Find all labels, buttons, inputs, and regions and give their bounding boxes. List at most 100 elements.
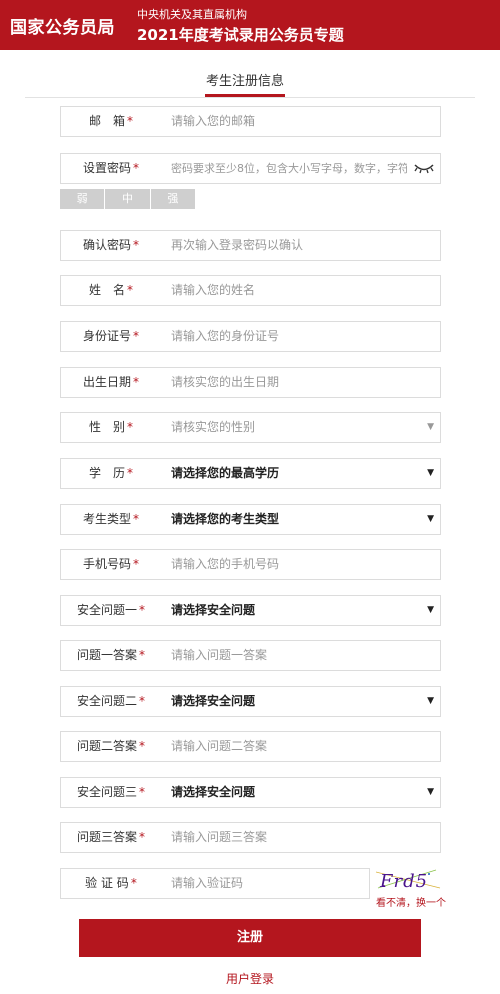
- security-question-3-label-text: 安全问题三: [76, 785, 137, 799]
- name-field[interactable]: 姓 名 * 请输入您的姓名: [60, 275, 441, 306]
- tab-registration-info[interactable]: 考生注册信息: [205, 70, 285, 97]
- confirm-password-field[interactable]: 确认密码 * 再次输入登录密码以确认: [60, 230, 441, 261]
- required-star: *: [133, 238, 139, 252]
- birth-date-input[interactable]: 请核实您的出生日期: [171, 368, 421, 397]
- confirm-password-input[interactable]: 再次输入登录密码以确认: [171, 231, 421, 260]
- candidate-type-value[interactable]: 请选择您的考生类型: [171, 505, 421, 534]
- required-star: *: [139, 648, 145, 662]
- gender-select[interactable]: 性 别 * 请核实您的性别 ▼: [60, 412, 441, 443]
- education-label: 学 历 *: [61, 459, 161, 488]
- strength-strong: 强: [167, 192, 179, 205]
- required-star: *: [139, 694, 145, 708]
- id-number-input[interactable]: 请输入您的身份证号: [171, 322, 421, 351]
- answer-3-label: 问题三答案 *: [61, 823, 161, 852]
- name-label: 姓 名 *: [61, 276, 161, 305]
- security-question-3-value[interactable]: 请选择安全问题: [171, 778, 421, 807]
- password-strength-meter: 弱 中 强: [60, 189, 195, 209]
- answer-2-field[interactable]: 问题二答案 * 请输入问题二答案: [60, 731, 441, 762]
- register-button[interactable]: 注册: [79, 919, 421, 957]
- chevron-down-icon[interactable]: ▼: [427, 596, 434, 625]
- birth-date-label-text: 出生日期: [82, 375, 131, 389]
- education-label-text: 学 历: [88, 466, 125, 480]
- answer-2-label: 问题二答案 *: [61, 732, 161, 761]
- birth-date-field[interactable]: 出生日期 * 请核实您的出生日期: [60, 367, 441, 398]
- required-star: *: [127, 420, 133, 434]
- name-input[interactable]: 请输入您的姓名: [171, 276, 421, 305]
- required-star: *: [133, 557, 139, 571]
- phone-field[interactable]: 手机号码 * 请输入您的手机号码: [60, 549, 441, 580]
- password-input[interactable]: 密码要求至少8位，包含大小写字母，数字，字符: [171, 154, 407, 183]
- gender-label: 性 别 *: [61, 413, 161, 442]
- answer-3-field[interactable]: 问题三答案 * 请输入问题三答案: [60, 822, 441, 853]
- required-star: *: [133, 375, 139, 389]
- name-label-text: 姓 名: [88, 283, 125, 297]
- required-star: *: [133, 329, 139, 343]
- eye-closed-icon[interactable]: [414, 161, 434, 175]
- chevron-down-icon[interactable]: ▼: [427, 778, 434, 807]
- captcha-refresh-link[interactable]: 看不清，换一个: [376, 894, 446, 909]
- required-star: *: [133, 161, 139, 175]
- answer-3-label-text: 问题三答案: [76, 830, 137, 844]
- answer-1-field[interactable]: 问题一答案 * 请输入问题一答案: [60, 640, 441, 671]
- email-input[interactable]: 请输入您的邮箱: [171, 107, 421, 136]
- captcha-image[interactable]: Frd5: [374, 866, 444, 894]
- phone-label: 手机号码 *: [61, 550, 161, 579]
- required-star: *: [139, 739, 145, 753]
- gender-value[interactable]: 请核实您的性别: [171, 413, 421, 442]
- security-question-2-value[interactable]: 请选择安全问题: [171, 687, 421, 716]
- required-star: *: [133, 512, 139, 526]
- candidate-type-select[interactable]: 考生类型 * 请选择您的考生类型 ▼: [60, 504, 441, 535]
- email-label: 邮 箱 *: [61, 107, 161, 136]
- tab-divider: [25, 97, 475, 98]
- id-number-label-text: 身份证号: [82, 329, 131, 343]
- required-star: *: [139, 603, 145, 617]
- education-value[interactable]: 请选择您的最高学历: [171, 459, 421, 488]
- chevron-down-icon[interactable]: ▼: [427, 413, 434, 442]
- strength-weak: 弱: [60, 189, 106, 209]
- email-label-text: 邮 箱: [88, 114, 125, 128]
- tab-bar: 考生注册信息: [0, 70, 500, 100]
- chevron-down-icon[interactable]: ▼: [427, 459, 434, 488]
- captcha-field[interactable]: 验 证 码 * 请输入验证码: [60, 868, 370, 899]
- captcha-widget: Frd5 看不清，换一个: [374, 866, 446, 910]
- phone-label-text: 手机号码: [82, 557, 131, 571]
- chevron-down-icon[interactable]: ▼: [427, 687, 434, 716]
- security-question-2-label-text: 安全问题二: [76, 694, 137, 708]
- captcha-input[interactable]: 请输入验证码: [171, 869, 361, 898]
- confirm-password-label-text: 确认密码: [82, 238, 131, 252]
- security-question-3-select[interactable]: 安全问题三 * 请选择安全问题 ▼: [60, 777, 441, 808]
- answer-2-label-text: 问题二答案: [76, 739, 137, 753]
- password-field[interactable]: 设置密码 * 密码要求至少8位，包含大小写字母，数字，字符: [60, 153, 441, 184]
- phone-input[interactable]: 请输入您的手机号码: [171, 550, 421, 579]
- strength-medium: 中: [105, 189, 151, 209]
- user-login-link[interactable]: 用户登录: [0, 970, 500, 987]
- education-select[interactable]: 学 历 * 请选择您的最高学历 ▼: [60, 458, 441, 489]
- header-subtitle-small: 中央机关及其直属机构: [137, 8, 247, 21]
- confirm-password-label: 确认密码 *: [61, 231, 161, 260]
- password-label-text: 设置密码: [82, 161, 131, 175]
- answer-2-input[interactable]: 请输入问题二答案: [171, 732, 421, 761]
- answer-1-label: 问题一答案 *: [61, 641, 161, 670]
- security-question-1-label: 安全问题一 *: [61, 596, 161, 625]
- email-field[interactable]: 邮 箱 * 请输入您的邮箱: [60, 106, 441, 137]
- captcha-label: 验 证 码 *: [61, 869, 161, 898]
- chevron-down-icon[interactable]: ▼: [427, 505, 434, 534]
- required-star: *: [127, 283, 133, 297]
- security-question-1-value[interactable]: 请选择安全问题: [171, 596, 421, 625]
- required-star: *: [139, 830, 145, 844]
- security-question-1-select[interactable]: 安全问题一 * 请选择安全问题 ▼: [60, 595, 441, 626]
- required-star: *: [139, 785, 145, 799]
- required-star: *: [127, 114, 133, 128]
- site-brand[interactable]: 国家公务员局: [10, 13, 115, 38]
- answer-1-input[interactable]: 请输入问题一答案: [171, 641, 421, 670]
- birth-date-label: 出生日期 *: [61, 368, 161, 397]
- captcha-label-text: 验 证 码: [85, 876, 129, 890]
- header-subtitle-large: 2021年度考试录用公务员专题: [137, 26, 344, 44]
- captcha-image-text: Frd5: [379, 871, 428, 892]
- id-number-field[interactable]: 身份证号 * 请输入您的身份证号: [60, 321, 441, 352]
- security-question-2-select[interactable]: 安全问题二 * 请选择安全问题 ▼: [60, 686, 441, 717]
- gender-label-text: 性 别: [88, 420, 125, 434]
- answer-3-input[interactable]: 请输入问题三答案: [171, 823, 421, 852]
- id-number-label: 身份证号 *: [61, 322, 161, 351]
- security-question-3-label: 安全问题三 *: [61, 778, 161, 807]
